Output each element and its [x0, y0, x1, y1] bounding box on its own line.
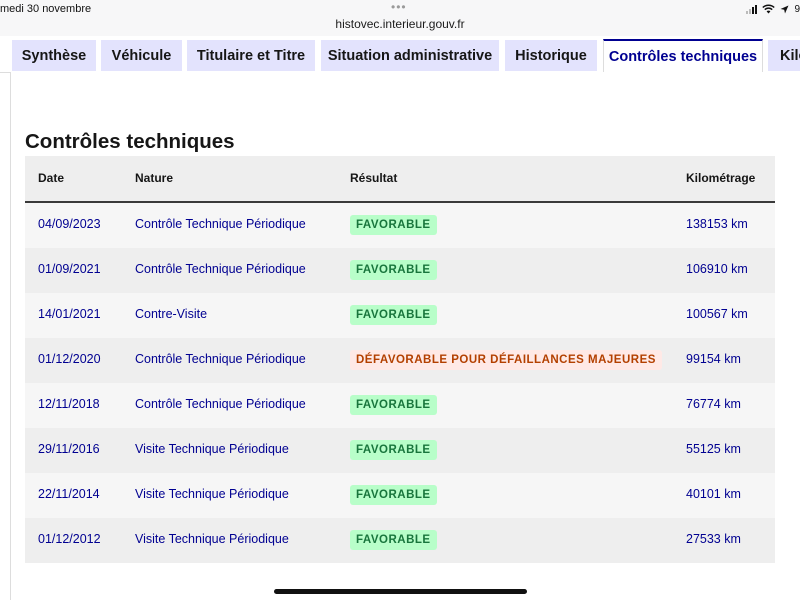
tab-label: Titulaire et Titre — [196, 47, 306, 64]
tab-label: Synthèse — [21, 47, 87, 64]
cell-kilometrage: 40101 km — [686, 487, 741, 501]
cell-nature: Visite Technique Périodique — [135, 532, 289, 546]
cell-kilometrage: 106910 km — [686, 262, 748, 276]
cell-date: 29/11/2016 — [38, 442, 100, 456]
more-dots-icon[interactable]: ••• — [391, 0, 407, 14]
status-badge: FAVORABLE — [350, 395, 437, 415]
wifi-icon — [762, 4, 776, 14]
header-resultat: Résultat — [350, 171, 398, 185]
cell-kilometrage: 99154 km — [686, 352, 741, 366]
tab-label: Historique — [515, 47, 587, 64]
header-kilometrage: Kilométrage — [686, 171, 756, 185]
status-badge: FAVORABLE — [350, 485, 437, 505]
header-date: Date — [38, 171, 65, 185]
status-icons: 9 — [746, 2, 800, 16]
cell-date: 01/12/2020 — [38, 352, 101, 366]
cell-kilometrage: 27533 km — [686, 532, 741, 546]
cell-date: 01/12/2012 — [38, 532, 101, 546]
cell-nature: Contrôle Technique Périodique — [135, 352, 306, 366]
status-badge: DÉFAVORABLE POUR DÉFAILLANCES MAJEURES — [350, 350, 662, 370]
cell-date: 04/09/2023 — [38, 217, 101, 231]
cell-kilometrage: 138153 km — [686, 217, 748, 231]
cell-date: 14/01/2021 — [38, 307, 101, 321]
cell-nature: Contrôle Technique Périodique — [135, 217, 306, 231]
table-row: 22/11/2014 Visite Technique Périodique F… — [25, 473, 775, 518]
cell-nature: Contrôle Technique Périodique — [135, 262, 306, 276]
table-row: 01/12/2020 Contrôle Technique Périodique… — [25, 338, 775, 383]
battery-level: 9 — [794, 3, 800, 15]
url-bar[interactable]: histovec.interieur.gouv.fr — [0, 17, 800, 31]
cell-nature: Contrôle Technique Périodique — [135, 397, 306, 411]
table-row: 01/12/2012 Visite Technique Périodique F… — [25, 518, 775, 563]
table-row: 29/11/2016 Visite Technique Périodique F… — [25, 428, 775, 473]
tab-titulaire-et-titre[interactable]: Titulaire et Titre — [187, 40, 315, 71]
status-badge: FAVORABLE — [350, 530, 437, 550]
tab-vehicule[interactable]: Véhicule — [101, 40, 182, 71]
cellular-signal-icon — [746, 4, 758, 14]
cell-nature: Visite Technique Périodique — [135, 442, 289, 456]
cell-date: 01/09/2021 — [38, 262, 101, 276]
table-row: 12/11/2018 Contrôle Technique Périodique… — [25, 383, 775, 428]
tab-label: Situation administrative — [327, 47, 493, 64]
home-indicator[interactable] — [274, 589, 527, 594]
tab-synthese[interactable]: Synthèse — [12, 40, 96, 71]
table-header: Date Nature Résultat Kilométrage — [25, 156, 775, 203]
tab-label: Kilo — [780, 47, 800, 64]
cell-kilometrage: 55125 km — [686, 442, 741, 456]
status-bar: medi 30 novembre ••• histovec.interieur.… — [0, 0, 800, 36]
tab-controles-techniques[interactable]: Contrôles techniques — [603, 39, 763, 72]
tab-situation-administrative[interactable]: Situation administrative — [321, 40, 499, 71]
cell-date: 22/11/2014 — [38, 487, 100, 501]
location-arrow-icon — [780, 5, 789, 13]
cell-kilometrage: 76774 km — [686, 397, 741, 411]
screen: medi 30 novembre ••• histovec.interieur.… — [0, 0, 800, 600]
table-row: 01/09/2021 Contrôle Technique Périodique… — [25, 248, 775, 293]
table-row: 14/01/2021 Contre-Visite FAVORABLE 10056… — [25, 293, 775, 338]
tab-label: Contrôles techniques — [608, 48, 758, 65]
status-badge: FAVORABLE — [350, 260, 437, 280]
table-row: 04/09/2023 Contrôle Technique Périodique… — [25, 203, 775, 248]
status-badge: FAVORABLE — [350, 305, 437, 325]
tab-kilometrage[interactable]: Kilo — [768, 40, 800, 71]
tab-historique[interactable]: Historique — [505, 40, 597, 71]
cell-kilometrage: 100567 km — [686, 307, 748, 321]
status-badge: FAVORABLE — [350, 215, 437, 235]
cell-date: 12/11/2018 — [38, 397, 100, 411]
status-badge: FAVORABLE — [350, 440, 437, 460]
tab-label: Véhicule — [111, 47, 172, 64]
controls-table: Date Nature Résultat Kilométrage 04/09/2… — [25, 156, 775, 563]
section-title: Contrôles techniques — [25, 130, 235, 153]
header-nature: Nature — [135, 171, 174, 185]
status-date: medi 30 novembre — [0, 3, 92, 15]
tab-bar: Synthèse Véhicule Titulaire et Titre Sit… — [0, 36, 800, 73]
cell-nature: Visite Technique Périodique — [135, 487, 289, 501]
cell-nature: Contre-Visite — [135, 307, 208, 321]
